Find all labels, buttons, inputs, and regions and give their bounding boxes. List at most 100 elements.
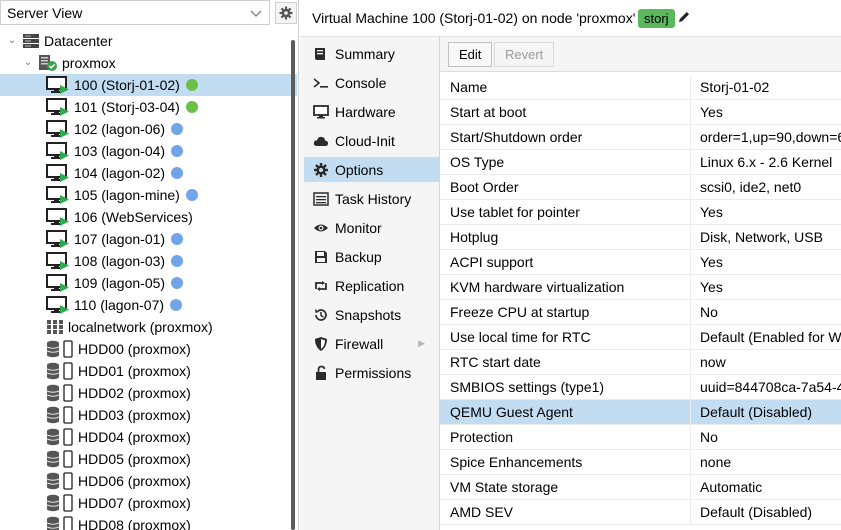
tree-item-storage[interactable]: HDD08 (proxmox): [0, 514, 297, 530]
tree-item-storage[interactable]: HDD01 (proxmox): [0, 360, 297, 382]
tree-item-label: 107 (lagon-01): [74, 231, 166, 247]
view-settings-button[interactable]: [275, 2, 297, 24]
options-row[interactable]: Name Storj-01-02: [440, 75, 841, 100]
vm-monitor-icon: [46, 186, 69, 204]
tree-scrollbar[interactable]: [291, 40, 295, 530]
unlock-icon: [316, 365, 326, 380]
tree-item-vm[interactable]: 104 (lagon-02): [0, 162, 297, 184]
nav-item-backup[interactable]: Backup: [304, 244, 439, 269]
tag-badge[interactable]: storj: [638, 9, 675, 28]
tree-item-vm[interactable]: 110 (lagon-07): [0, 294, 297, 316]
options-row[interactable]: Freeze CPU at startup No: [440, 300, 841, 325]
option-value: Yes: [700, 204, 723, 220]
tree-item-label: 103 (lagon-04): [74, 143, 166, 159]
column-divider: [690, 300, 691, 324]
nav-item-task-history[interactable]: Task History: [304, 186, 439, 211]
nav-item-label: Cloud-Init: [335, 132, 395, 149]
tree-item-vm[interactable]: 105 (lagon-mine): [0, 184, 297, 206]
tree-item-storage[interactable]: HDD02 (proxmox): [0, 382, 297, 404]
options-row[interactable]: OS Type Linux 6.x - 2.6 Kernel: [440, 150, 841, 175]
tree-item-vm[interactable]: 109 (lagon-05): [0, 272, 297, 294]
option-key: VM State storage: [450, 479, 559, 495]
storage-icon: [46, 384, 73, 402]
storage-icon: [46, 362, 73, 380]
options-row[interactable]: Protection No: [440, 425, 841, 450]
nav-item-replication[interactable]: Replication: [304, 273, 439, 298]
nav-item-label: Summary: [335, 45, 395, 62]
nav-item-permissions[interactable]: Permissions: [304, 360, 439, 385]
options-row[interactable]: Spice Enhancements none: [440, 450, 841, 475]
tree-item-vm[interactable]: 107 (lagon-01): [0, 228, 297, 250]
tree-item-vm[interactable]: 106 (WebServices): [0, 206, 297, 228]
tree-item-vm[interactable]: 100 (Storj-01-02): [0, 74, 297, 96]
tree-item-label: 105 (lagon-mine): [74, 187, 180, 203]
nav-item-summary[interactable]: Summary: [304, 41, 439, 66]
options-row[interactable]: Start at boot Yes: [440, 100, 841, 125]
options-row[interactable]: KVM hardware virtualization Yes: [440, 275, 841, 300]
tree-item-node[interactable]: ⌄ proxmox: [0, 52, 297, 74]
options-toolbar: Edit Revert: [440, 37, 841, 72]
nav-item-options[interactable]: Options: [304, 157, 439, 182]
vm-monitor-icon: [46, 76, 69, 94]
tree-item-label: 100 (Storj-01-02): [74, 77, 180, 93]
option-value: none: [700, 454, 732, 470]
tree-item-datacenter[interactable]: ⌄ Datacenter: [0, 30, 297, 52]
option-value: now: [700, 354, 726, 370]
status-dot-icon: [185, 79, 198, 91]
pencil-icon[interactable]: [677, 10, 691, 24]
tree-item-storage[interactable]: HDD00 (proxmox): [0, 338, 297, 360]
tree-item-network[interactable]: localnetwork (proxmox): [0, 316, 297, 338]
column-divider: [690, 325, 691, 349]
tree-item-storage[interactable]: HDD06 (proxmox): [0, 470, 297, 492]
options-row[interactable]: Use local time for RTC Default (Enabled f…: [440, 325, 841, 350]
history-icon: [315, 308, 327, 321]
nav-item-hardware[interactable]: Hardware: [304, 99, 439, 124]
options-panel: Edit Revert Name Storj-01-02 Start at boot…: [440, 37, 841, 530]
option-value: Storj-01-02: [700, 79, 770, 95]
options-row[interactable]: QEMU Guest Agent Default (Disabled): [440, 400, 841, 425]
option-key: Boot Order: [450, 179, 519, 195]
tree-item-vm[interactable]: 102 (lagon-06): [0, 118, 297, 140]
nav-item-monitor[interactable]: Monitor: [304, 215, 439, 240]
options-row[interactable]: SMBIOS settings (type1) uuid=844708ca-7a5…: [440, 375, 841, 400]
collapse-toggle-icon[interactable]: ⌄: [6, 35, 18, 47]
options-row[interactable]: Boot Order scsi0, ide2, net0: [440, 175, 841, 200]
view-select[interactable]: Server View: [0, 0, 270, 25]
option-value: Automatic: [700, 479, 763, 495]
collapse-toggle-icon[interactable]: ⌄: [22, 57, 34, 69]
options-row[interactable]: RTC start date now: [440, 350, 841, 375]
nav-item-label: Monitor: [335, 219, 382, 236]
nav-item-label: Task History: [335, 190, 412, 207]
vm-config-nav: Summary Console Hardware Cloud-Init Options T…: [300, 37, 440, 530]
options-row[interactable]: AMD SEV Default (Disabled): [440, 500, 841, 525]
column-divider: [690, 425, 691, 449]
tree-item-vm[interactable]: 103 (lagon-04): [0, 140, 297, 162]
tree-item-storage[interactable]: HDD07 (proxmox): [0, 492, 297, 514]
tree-item-storage[interactable]: HDD05 (proxmox): [0, 448, 297, 470]
nav-item-console[interactable]: Console: [304, 70, 439, 95]
nav-item-cloud-init[interactable]: Cloud-Init: [304, 128, 439, 153]
edit-button[interactable]: Edit: [448, 42, 493, 67]
tree-item-vm[interactable]: 108 (lagon-03): [0, 250, 297, 272]
option-key: Spice Enhancements: [450, 454, 583, 470]
tree-item-vm[interactable]: 101 (Storj-03-04): [0, 96, 297, 118]
column-divider: [690, 450, 691, 474]
tree-item-label: HDD00 (proxmox): [78, 341, 191, 357]
nav-item-snapshots[interactable]: Snapshots: [304, 302, 439, 327]
option-key: Use local time for RTC: [450, 329, 591, 345]
datacenter-icon: [23, 34, 39, 48]
options-row[interactable]: ACPI support Yes: [440, 250, 841, 275]
tree-item-storage[interactable]: HDD04 (proxmox): [0, 426, 297, 448]
options-row[interactable]: Use tablet for pointer Yes: [440, 200, 841, 225]
eye-icon: [314, 224, 328, 231]
option-key: Start/Shutdown order: [450, 129, 583, 145]
options-row[interactable]: Hotplug Disk, Network, USB: [440, 225, 841, 250]
tree-item-storage[interactable]: HDD03 (proxmox): [0, 404, 297, 426]
revert-button[interactable]: Revert: [494, 42, 555, 67]
column-divider: [690, 100, 691, 124]
options-row[interactable]: VM State storage Automatic: [440, 475, 841, 500]
nav-item-firewall[interactable]: Firewall ▶: [304, 331, 439, 356]
option-key: KVM hardware virtualization: [450, 279, 625, 295]
options-row[interactable]: Start/Shutdown order order=1,up=90,down=6…: [440, 125, 841, 150]
nav-item-label: Backup: [335, 248, 382, 265]
